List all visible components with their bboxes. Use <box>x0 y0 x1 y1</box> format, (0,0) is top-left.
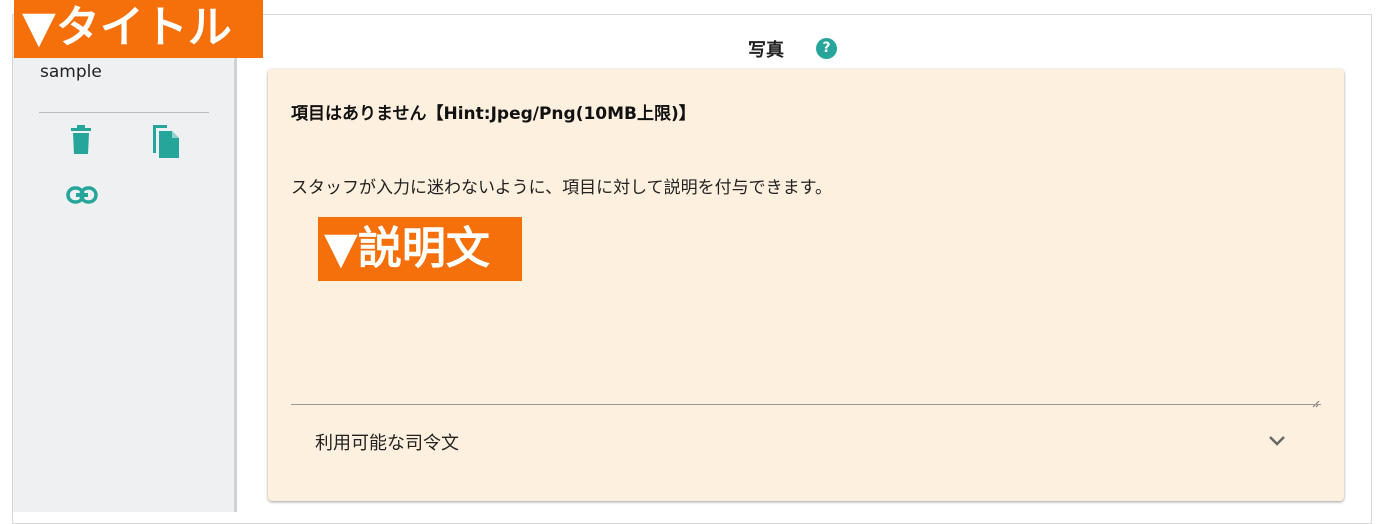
field-label: 項目はありません【Hint:Jpeg/Png(10MB上限)】 <box>291 104 696 124</box>
sidebar: sample <box>13 15 237 512</box>
delete-icon[interactable] <box>70 125 92 159</box>
resize-handle-icon[interactable] <box>1312 393 1320 408</box>
field-card: 項目はありません【Hint:Jpeg/Png(10MB上限)】 スタッフが入力に… <box>268 69 1344 501</box>
chevron-down-icon <box>1267 433 1287 447</box>
field-title: 写真 <box>748 40 784 61</box>
available-commands-expander[interactable]: 利用可能な司令文 <box>291 407 1321 477</box>
sidebar-item-name: sample <box>40 62 102 82</box>
textarea-underline <box>291 404 1321 405</box>
description-textarea[interactable]: スタッフが入力に迷わないように、項目に対して説明を付与できます。 <box>291 177 1291 199</box>
link-icon[interactable] <box>66 185 98 209</box>
description-annotation-tag: ▼説明文 <box>318 217 522 281</box>
copy-icon[interactable] <box>151 123 181 163</box>
help-icon[interactable]: ? <box>816 38 837 59</box>
expander-label: 利用可能な司令文 <box>315 433 459 454</box>
sidebar-divider <box>39 112 209 113</box>
title-annotation-tag: ▼タイトル <box>14 0 263 58</box>
